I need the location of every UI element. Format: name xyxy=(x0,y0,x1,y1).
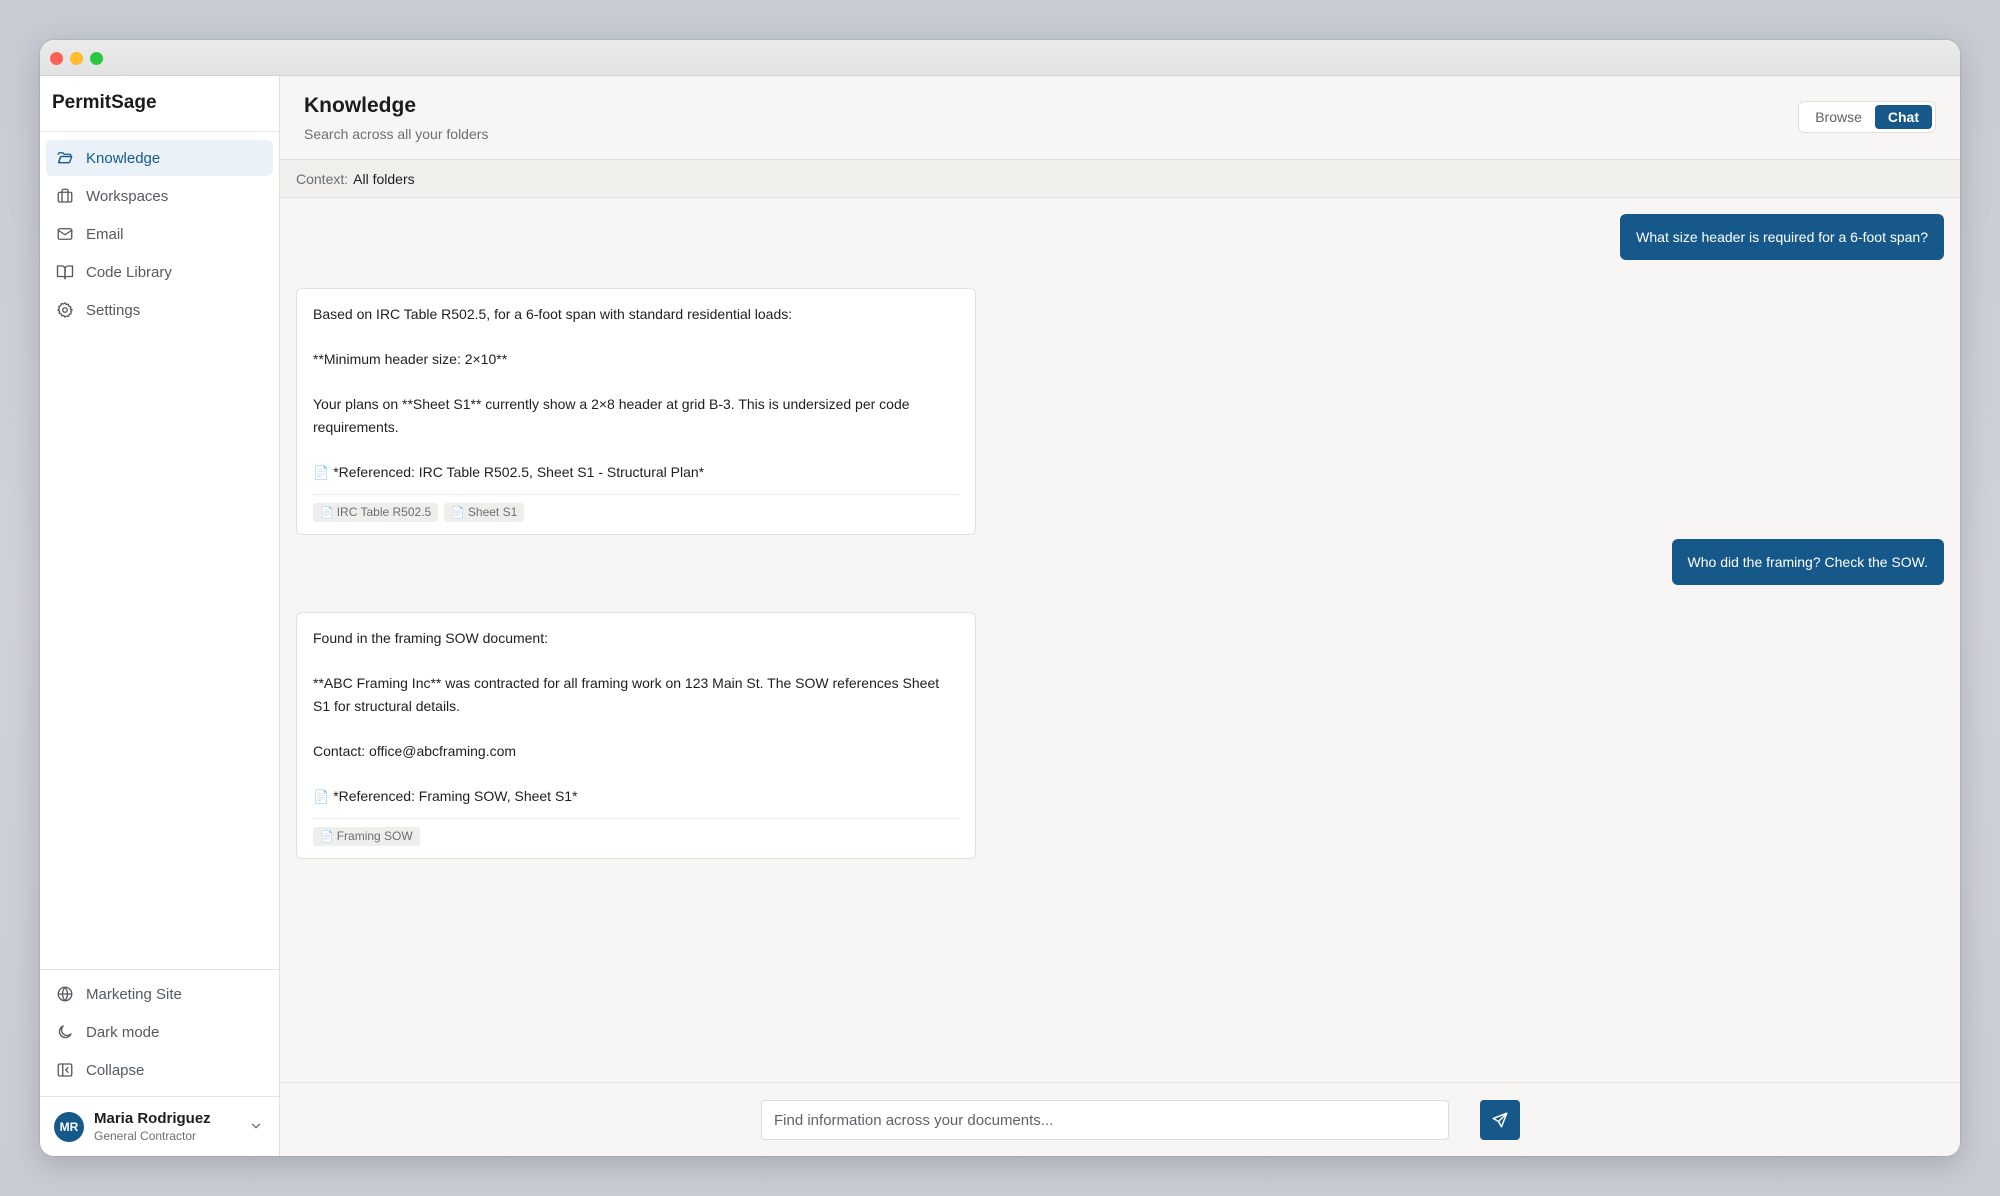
page-subtitle: Search across all your folders xyxy=(304,126,489,142)
message-paragraph: **Minimum header size: 2×10** xyxy=(313,351,508,367)
message-paragraph: **ABC Framing Inc** was contracted for a… xyxy=(313,675,940,714)
source-chips: 📄 IRC Table R502.5 📄 Sheet S1 xyxy=(313,503,959,522)
sidebar-item-label: Marketing Site xyxy=(86,985,182,1003)
globe-icon xyxy=(57,986,73,1002)
sidebar-footer-nav: Marketing Site Dark mode Collapse xyxy=(40,969,279,1096)
user-role: General Contractor xyxy=(94,1128,197,1143)
message-paragraph: Contact: office@abcframing.com xyxy=(313,743,517,759)
document-icon: 📄 xyxy=(320,831,334,843)
app-window: PermitSage Knowledge Workspaces Email Co… xyxy=(40,40,1960,1156)
sidebar-item-dark-mode[interactable]: Dark mode xyxy=(46,1014,273,1050)
source-chip[interactable]: 📄 Framing SOW xyxy=(313,827,420,846)
message-paragraph: Your plans on **Sheet S1** currently sho… xyxy=(313,396,910,435)
view-toggle: Browse Chat xyxy=(1798,101,1936,133)
assistant-message: Based on IRC Table R502.5, for a 6-foot … xyxy=(296,288,976,535)
sidebar-item-code-library[interactable]: Code Library xyxy=(46,254,273,290)
document-icon: 📄 xyxy=(313,789,330,804)
moon-icon xyxy=(58,1025,72,1039)
main-panel: Knowledge Search across all your folders… xyxy=(280,76,1960,1156)
source-chip[interactable]: 📄 IRC Table R502.5 xyxy=(313,503,439,522)
sidebar-item-collapse[interactable]: Collapse xyxy=(46,1052,273,1088)
message-paragraph: Based on IRC Table R502.5, for a 6-foot … xyxy=(313,306,793,322)
chevron-down-icon[interactable] xyxy=(249,1119,263,1133)
user-menu[interactable]: MR Maria Rodriguez General Contractor xyxy=(40,1096,279,1156)
briefcase-icon xyxy=(57,188,73,203)
close-window-button[interactable] xyxy=(50,52,63,65)
sidebar-item-label: Settings xyxy=(86,301,141,319)
user-name: Maria Rodriguez xyxy=(94,1109,211,1127)
sidebar-item-label: Dark mode xyxy=(86,1023,160,1041)
sidebar-item-workspaces[interactable]: Workspaces xyxy=(46,178,273,214)
sidebar-item-knowledge[interactable]: Knowledge xyxy=(46,140,273,176)
app-brand: PermitSage xyxy=(40,76,279,132)
page-title: Knowledge xyxy=(304,94,417,117)
page-header: Knowledge Search across all your folders… xyxy=(280,76,1960,160)
user-info: Maria Rodriguez General Contractor xyxy=(94,1110,211,1144)
sidebar-item-label: Code Library xyxy=(86,263,172,281)
reference-text: *Referenced: IRC Table R502.5, Sheet S1 … xyxy=(333,464,705,480)
sidebar-item-label: Workspaces xyxy=(86,187,169,205)
sidebar-item-label: Knowledge xyxy=(86,149,161,167)
chip-label: Sheet S1 xyxy=(467,505,518,519)
user-message: Who did the framing? Check the SOW. xyxy=(1671,539,1944,585)
assistant-message: Found in the framing SOW document: **ABC… xyxy=(296,612,976,859)
minimize-window-button[interactable] xyxy=(70,52,83,65)
user-message: What size header is required for a 6-foo… xyxy=(1620,214,1944,260)
chip-label: Framing SOW xyxy=(336,829,413,843)
message-reference: 📄 *Referenced: Framing SOW, Sheet S1* xyxy=(313,785,959,819)
sidebar-item-label: Email xyxy=(86,225,124,243)
gear-icon xyxy=(57,302,73,318)
chat-tab[interactable]: Chat xyxy=(1874,105,1932,129)
collapse-icon xyxy=(57,1063,73,1077)
chip-label: IRC Table R502.5 xyxy=(336,505,432,519)
window-titlebar xyxy=(40,40,1960,76)
sidebar-item-settings[interactable]: Settings xyxy=(46,292,273,328)
document-icon: 📄 xyxy=(313,465,330,480)
context-bar: Context: All folders xyxy=(280,160,1960,198)
sidebar-item-marketing-site[interactable]: Marketing Site xyxy=(46,976,273,1012)
message-reference: 📄 *Referenced: IRC Table R502.5, Sheet S1… xyxy=(313,461,959,495)
zoom-window-button[interactable] xyxy=(90,52,103,65)
mail-icon xyxy=(57,228,73,240)
search-input[interactable] xyxy=(761,1100,1449,1140)
sidebar-item-label: Collapse xyxy=(86,1061,145,1079)
sidebar-item-email[interactable]: Email xyxy=(46,216,273,252)
message-paragraph: Found in the framing SOW document: xyxy=(313,630,548,646)
browse-tab[interactable]: Browse xyxy=(1802,105,1875,129)
context-label: Context: xyxy=(296,170,349,187)
source-chips: 📄 Framing SOW xyxy=(313,827,959,846)
folder-open-icon xyxy=(57,152,73,164)
sidebar: PermitSage Knowledge Workspaces Email Co… xyxy=(40,76,280,1156)
book-open-icon xyxy=(56,265,74,280)
context-value[interactable]: All folders xyxy=(353,171,414,187)
document-icon: 📄 xyxy=(320,507,334,519)
send-icon xyxy=(1492,1112,1508,1128)
reference-text: *Referenced: Framing SOW, Sheet S1* xyxy=(333,788,578,804)
sidebar-nav: Knowledge Workspaces Email Code Library … xyxy=(40,132,279,338)
send-button[interactable] xyxy=(1480,1100,1520,1140)
document-icon: 📄 xyxy=(451,507,465,519)
avatar: MR xyxy=(54,1111,84,1142)
source-chip[interactable]: 📄 Sheet S1 xyxy=(444,503,525,522)
chat-thread: What size header is required for a 6-foo… xyxy=(280,198,1960,1082)
composer xyxy=(280,1082,1960,1156)
